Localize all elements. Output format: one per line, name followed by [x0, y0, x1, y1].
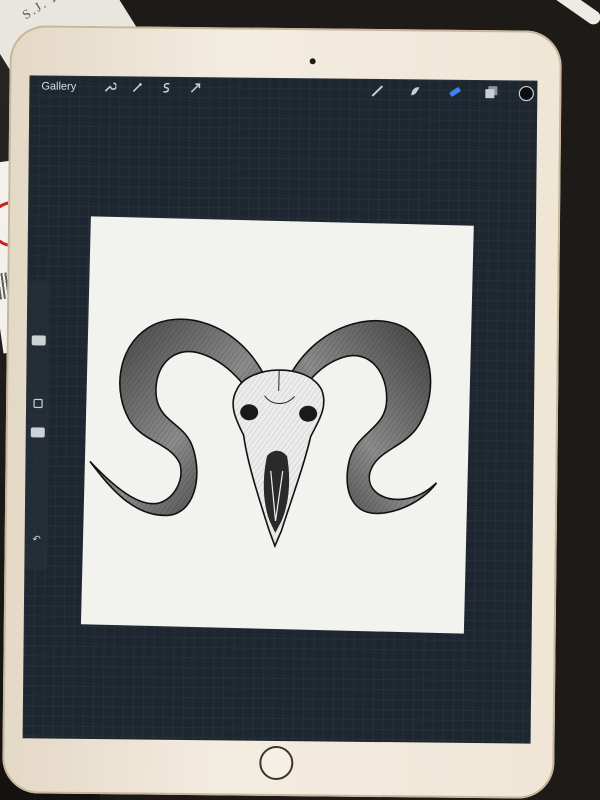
layers-icon[interactable]: [483, 84, 499, 100]
selection-icon[interactable]: [158, 81, 174, 97]
apple-pencil: [496, 0, 600, 28]
procreate-screen: Gallery ↶: [22, 75, 538, 744]
color-icon[interactable]: [517, 84, 534, 102]
ipad-device: Gallery ↶: [1, 25, 563, 799]
home-button[interactable]: [259, 745, 294, 781]
transform-icon[interactable]: [187, 81, 203, 97]
ram-skull-drawing: [89, 318, 438, 549]
book-title-text: S.J. KINCAID: [19, 0, 113, 23]
gallery-button[interactable]: Gallery: [41, 80, 76, 92]
modify-button[interactable]: [32, 397, 44, 409]
magic-wand-icon[interactable]: [129, 80, 145, 96]
wrench-icon[interactable]: [101, 80, 118, 96]
opacity-slider[interactable]: [30, 427, 45, 438]
eraser-icon[interactable]: [446, 84, 462, 100]
smudge-icon[interactable]: [407, 83, 423, 99]
side-toolbar: ↶: [25, 280, 51, 571]
brush-size-slider[interactable]: [31, 335, 46, 346]
undo-icon[interactable]: ↶: [31, 534, 43, 546]
top-toolbar: Gallery: [29, 75, 537, 106]
drawing-canvas[interactable]: [80, 216, 474, 634]
brush-icon[interactable]: [369, 83, 385, 99]
front-camera: [309, 58, 316, 65]
